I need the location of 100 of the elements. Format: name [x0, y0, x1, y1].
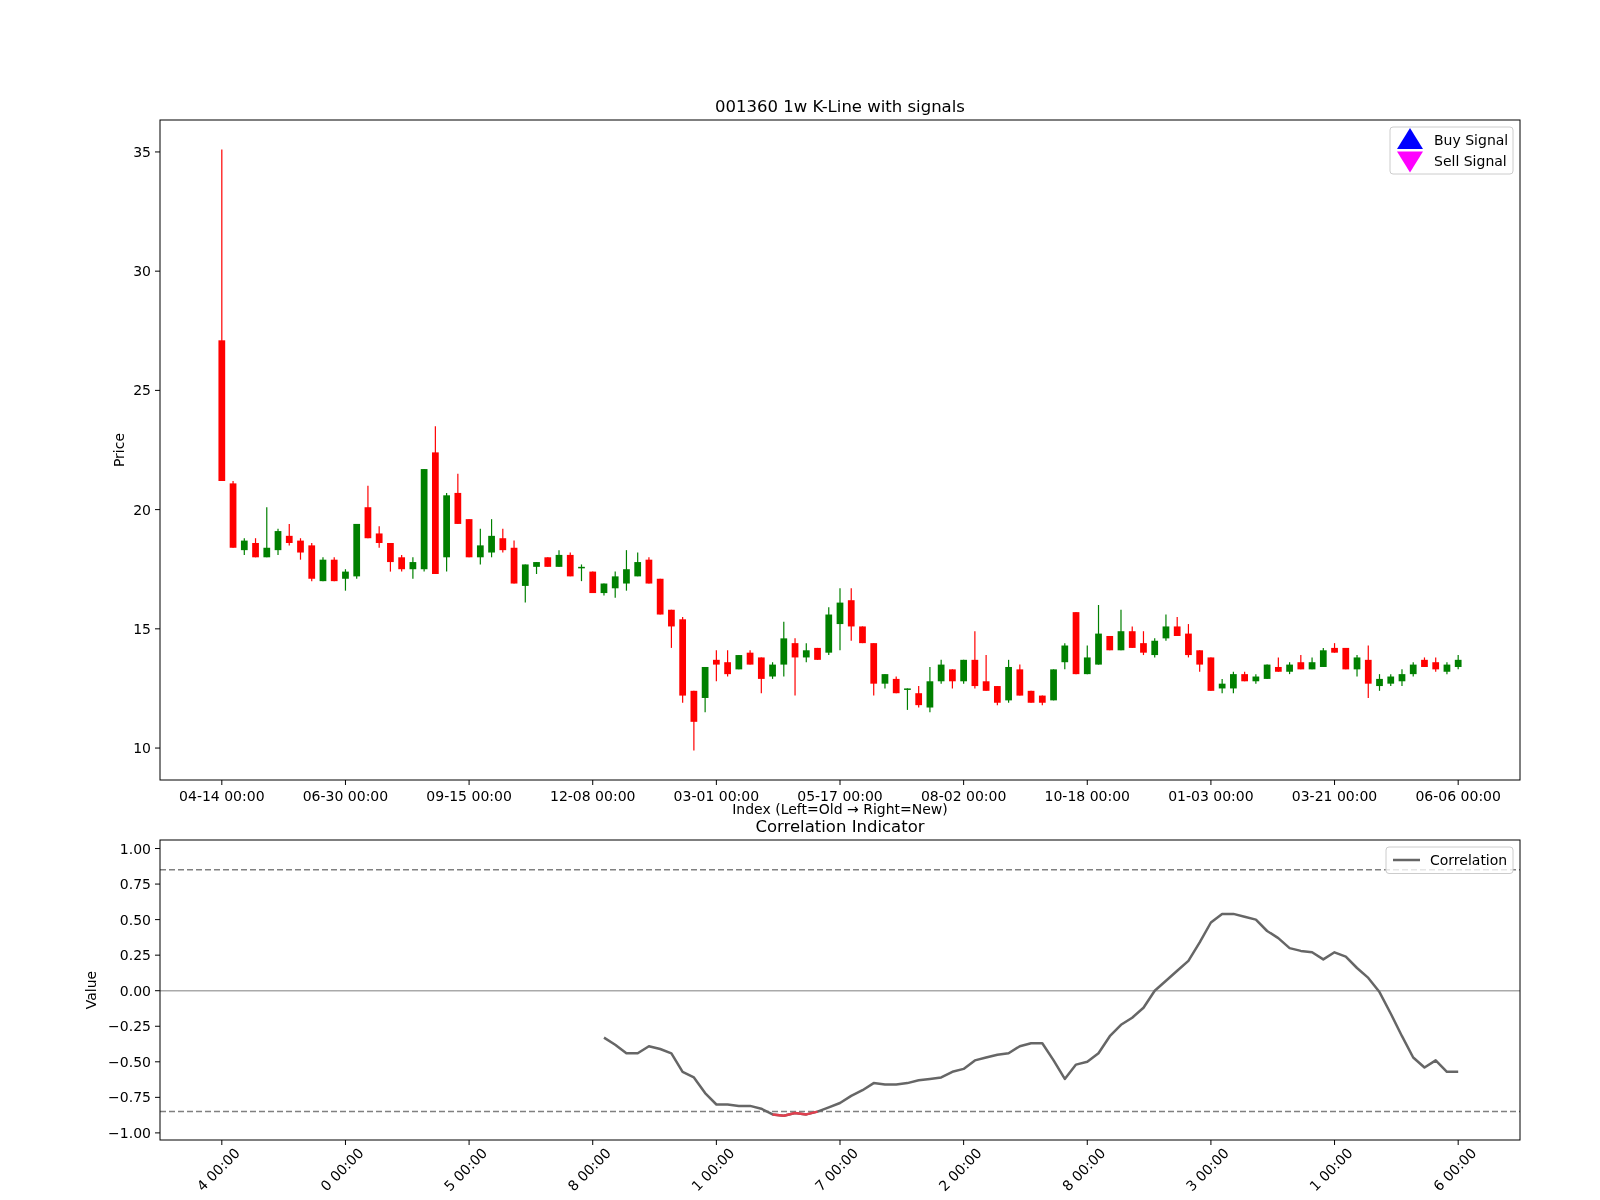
candlestick: [645, 556, 653, 585]
candlestick: [1432, 656, 1440, 673]
candlestick: [488, 518, 495, 558]
tick-label: 0.75: [119, 876, 151, 893]
candlestick: [544, 556, 552, 568]
tick-label: 03-01 00:00: [673, 788, 760, 804]
legend-label: Sell Signal: [1434, 152, 1507, 169]
candlestick: [555, 549, 563, 568]
candlestick: [476, 528, 484, 566]
candlestick: [1308, 656, 1316, 670]
candlestick: [1443, 661, 1451, 675]
candlestick: [375, 525, 383, 549]
candlestick: [1241, 671, 1248, 682]
candlestick: [1005, 659, 1012, 704]
candlestick: [533, 561, 540, 575]
tick-label: 06-30 00:00: [302, 788, 389, 804]
tick-label: 0.25: [119, 947, 151, 964]
candlestick: [735, 654, 743, 670]
candlestick: [836, 587, 844, 651]
tick-label: 1.00: [119, 840, 151, 857]
candlestick: [1151, 637, 1159, 659]
candlestick: [1162, 613, 1170, 642]
candlestick: [1364, 644, 1372, 699]
candlestick: [1319, 647, 1327, 668]
candlestick: [297, 537, 304, 561]
tick-label: −1.00: [108, 1124, 151, 1141]
candlestick: [1218, 678, 1226, 694]
candlestick: [847, 587, 855, 642]
candlestick: [330, 556, 338, 582]
candlestick: [263, 506, 271, 558]
tick-label: −0.50: [108, 1053, 151, 1070]
candlestick: [1027, 690, 1035, 704]
tick-label: 10-18 00:00: [1044, 788, 1130, 804]
tick-label: −0.75: [108, 1089, 151, 1106]
candlestick: [611, 571, 619, 599]
candlestick: [578, 563, 585, 582]
tick-label: 10: [133, 740, 151, 757]
axis-label: Value: [83, 970, 99, 1010]
candlestick: [881, 673, 889, 690]
candlestick: [499, 528, 507, 554]
candlestick: [769, 661, 776, 680]
candlestick: [1016, 664, 1024, 697]
candlestick: [229, 480, 237, 549]
tick-label: 09-15 00:00: [426, 788, 512, 804]
tick-label: 25: [133, 382, 151, 399]
candlestick: [668, 609, 675, 649]
candlestick: [791, 637, 799, 697]
candlestick: [1117, 609, 1125, 651]
legend-label: Correlation: [1430, 852, 1508, 868]
candlestick: [387, 542, 394, 573]
tick-label: 01-03 00:00: [1168, 788, 1254, 804]
candlestick: [353, 523, 361, 580]
candlestick: [1095, 604, 1102, 666]
candlestick: [892, 675, 900, 694]
candlestick: [859, 625, 866, 644]
tick-label: 08-02 00:00: [920, 788, 1007, 804]
candlestick: [634, 551, 642, 577]
candlestick: [1342, 647, 1350, 670]
candlestick: [1230, 671, 1237, 694]
candlestick: [949, 668, 956, 690]
candlestick: [240, 537, 248, 556]
candlestick: [960, 659, 967, 685]
tick-label: 20: [133, 501, 151, 518]
candlestick: [623, 549, 630, 592]
candlestick: [971, 630, 979, 690]
candlestick: [713, 649, 720, 682]
candlestick: [454, 473, 462, 525]
candlestick: [319, 556, 327, 582]
chart-title: 001360 1w K-Line with signals: [715, 97, 965, 116]
candlestick: [1173, 616, 1181, 637]
candlestick: [937, 659, 945, 685]
candlestick: [1061, 642, 1069, 670]
candlestick: [308, 542, 316, 582]
candlestick: [1454, 654, 1462, 670]
candlestick: [926, 666, 934, 713]
candlestick: [274, 528, 282, 556]
candlestick: [724, 649, 731, 678]
tick-label: −0.25: [108, 1018, 151, 1035]
tick-label: 35: [133, 143, 151, 160]
candlestick: [589, 571, 597, 594]
candlestick: [1207, 656, 1215, 692]
chart-title: Correlation Indicator: [755, 820, 925, 836]
candlestick: [1376, 673, 1383, 692]
candlestick: [1286, 661, 1293, 675]
candlestick: [1353, 654, 1361, 678]
candlestick: [1050, 668, 1057, 701]
candlestick: [1252, 673, 1260, 685]
candlestick: [1398, 668, 1406, 687]
candlestick: [1275, 656, 1282, 673]
candlestick: [1331, 642, 1338, 654]
candlestick: [690, 690, 698, 752]
candlestick: [1409, 661, 1417, 678]
candlestick: [746, 649, 754, 666]
tick-label: 03-21 00:00: [1291, 788, 1378, 804]
candlestick: [1421, 656, 1428, 668]
tick-label: 04-14 00:00: [179, 788, 265, 804]
candlestick: [1387, 673, 1395, 687]
candlestick: [521, 563, 529, 604]
candlestick: [566, 551, 574, 577]
tick-label: 15: [133, 620, 151, 637]
